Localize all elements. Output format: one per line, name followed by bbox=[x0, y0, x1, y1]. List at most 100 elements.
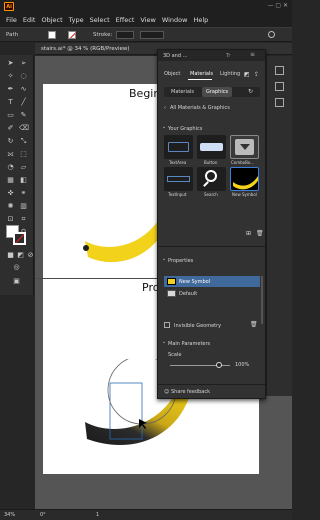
mode-materials[interactable]: Materials bbox=[171, 89, 194, 95]
chevron-left-icon[interactable]: ‹ bbox=[164, 105, 166, 111]
artboard-tool-icon[interactable]: ⊡ bbox=[6, 215, 15, 224]
menu-view[interactable]: View bbox=[140, 16, 155, 24]
rectangle-tool-icon[interactable]: ▭ bbox=[6, 111, 15, 120]
slice-tool-icon[interactable]: ⌗ bbox=[19, 215, 28, 224]
width-tool-icon[interactable]: ⟗ bbox=[6, 150, 15, 159]
graphic-combobox[interactable] bbox=[230, 135, 259, 159]
paintbrush-icon[interactable]: ✎ bbox=[19, 111, 28, 120]
share-feedback-link[interactable]: Share feedback bbox=[171, 389, 210, 395]
mesh-icon[interactable]: ▦ bbox=[6, 176, 15, 185]
stroke-label: Stroke: bbox=[93, 32, 113, 38]
free-transform-icon[interactable]: ⬚ bbox=[19, 150, 28, 159]
property-item-default[interactable]: Default bbox=[179, 291, 197, 297]
graphic-search[interactable] bbox=[197, 167, 226, 191]
fill-swatch[interactable] bbox=[48, 31, 56, 39]
3d-materials-panel: 3D and ... Tr ≡ Object Materials Lightin… bbox=[157, 49, 266, 399]
blend-icon[interactable]: ⚭ bbox=[19, 189, 28, 198]
menu-effect[interactable]: Effect bbox=[116, 16, 135, 24]
properties-scrollbar[interactable] bbox=[261, 276, 263, 324]
shaper-icon[interactable]: ✐ bbox=[6, 124, 15, 133]
main-parameters-label: Main Parameters bbox=[168, 341, 211, 347]
app-logo: Ai bbox=[4, 2, 14, 11]
dock-icon-libraries[interactable] bbox=[275, 98, 284, 107]
document-tab[interactable]: stairs.ai* @ 34 % (RGB/Preview) bbox=[41, 46, 130, 52]
add-graphic-icon[interactable]: ⊞ bbox=[246, 230, 251, 237]
graphic-textinput[interactable] bbox=[164, 167, 193, 191]
rotate-tool-icon[interactable]: ↻ bbox=[6, 137, 15, 146]
screen-mode-icon[interactable]: ▣ bbox=[12, 277, 21, 286]
zoom-level[interactable]: 34% bbox=[4, 512, 15, 518]
render-icon[interactable]: ◩ bbox=[244, 71, 250, 78]
shape-builder-icon[interactable]: ◔ bbox=[6, 163, 15, 172]
stroke-profile-dropdown[interactable] bbox=[140, 31, 164, 39]
direct-selection-icon[interactable]: ➢ bbox=[19, 59, 28, 68]
main-parameters-chevron-icon[interactable]: ⌄ bbox=[162, 339, 166, 345]
dock-icon-layers[interactable] bbox=[275, 82, 284, 91]
scale-value[interactable]: 100% bbox=[235, 362, 249, 368]
page-number[interactable]: 1 bbox=[96, 512, 99, 518]
window-controls[interactable]: — ▢ ✕ bbox=[267, 2, 288, 9]
menu-select[interactable]: Select bbox=[90, 16, 110, 24]
lasso-icon[interactable]: ◌ bbox=[19, 72, 28, 81]
menu-help[interactable]: Help bbox=[193, 16, 208, 24]
dock-icon-properties[interactable] bbox=[275, 66, 284, 75]
mode-graphics[interactable]: Graphics bbox=[206, 89, 228, 95]
selection-tool-icon[interactable]: ➤ bbox=[6, 59, 15, 68]
feedback-icon[interactable]: ☺ bbox=[164, 389, 169, 395]
gradient-mode-icon[interactable]: ◩ bbox=[16, 251, 25, 260]
subtab-materials[interactable]: Materials bbox=[190, 71, 213, 77]
status-bar: 34% 0° 1 bbox=[0, 509, 292, 520]
pen-tool-icon[interactable]: ✒ bbox=[6, 85, 15, 94]
menu-edit[interactable]: Edit bbox=[23, 16, 36, 24]
curvature-icon[interactable]: ∿ bbox=[19, 85, 28, 94]
scale-label: Scale bbox=[168, 352, 182, 358]
none-mode-icon[interactable]: ⊘ bbox=[26, 251, 35, 260]
properties-label: Properties bbox=[168, 258, 194, 264]
line-tool-icon[interactable]: ╱ bbox=[19, 98, 28, 107]
graph-tool-icon[interactable]: ▥ bbox=[19, 202, 28, 211]
magic-wand-icon[interactable]: ✧ bbox=[6, 72, 15, 81]
trash-icon[interactable]: 🗑 bbox=[250, 321, 258, 328]
scale-slider-knob[interactable] bbox=[216, 362, 223, 368]
stroke-weight-field[interactable] bbox=[116, 31, 134, 39]
stroke-color-icon[interactable] bbox=[13, 232, 26, 245]
eyedropper-icon[interactable]: ✜ bbox=[6, 189, 15, 198]
subtab-object[interactable]: Object bbox=[164, 71, 180, 77]
menu-bar: File Edit Object Type Select Effect View… bbox=[0, 13, 292, 27]
draw-mode-icon[interactable]: ◎ bbox=[12, 263, 21, 272]
gradient-icon[interactable]: ◧ bbox=[19, 176, 28, 185]
tab-3d-materials[interactable]: 3D and ... bbox=[163, 53, 187, 59]
menu-file[interactable]: File bbox=[6, 16, 17, 24]
graphic-button[interactable] bbox=[197, 135, 226, 159]
stroke-swatch[interactable] bbox=[68, 31, 76, 39]
graphic-new-symbol[interactable] bbox=[230, 167, 259, 191]
chevron-down-icon[interactable]: ⌄ bbox=[162, 124, 166, 130]
panel-footer-separator bbox=[158, 384, 265, 385]
property-item-new-symbol[interactable]: New Symbol bbox=[179, 279, 210, 285]
eraser-icon[interactable]: ⌫ bbox=[19, 124, 29, 133]
perspective-icon[interactable]: ▱ bbox=[19, 163, 28, 172]
invisible-geometry-checkbox[interactable] bbox=[164, 322, 170, 328]
graphic-textarea[interactable] bbox=[164, 135, 193, 159]
delete-graphic-icon[interactable]: 🗑 bbox=[256, 230, 264, 237]
refresh-icon[interactable]: ↻ bbox=[248, 88, 253, 95]
export-icon[interactable]: ⇪ bbox=[254, 71, 259, 78]
property-thumb-symbol bbox=[167, 278, 176, 285]
menu-type[interactable]: Type bbox=[69, 16, 84, 24]
color-mode-icon[interactable]: ■ bbox=[6, 251, 15, 260]
artboard-top-heading: Begin bbox=[129, 87, 161, 100]
symbol-sprayer-icon[interactable]: ✺ bbox=[6, 202, 15, 211]
type-tool-icon[interactable]: T bbox=[6, 98, 15, 107]
search-icon[interactable] bbox=[268, 31, 275, 38]
rotation-angle[interactable]: 0° bbox=[40, 512, 46, 518]
tab-transparency[interactable]: Tr bbox=[226, 53, 230, 59]
subtab-lighting[interactable]: Lighting bbox=[220, 71, 240, 77]
properties-chevron-icon[interactable]: ⌄ bbox=[162, 256, 166, 262]
selection-label: Path bbox=[6, 32, 19, 38]
scale-tool-icon[interactable]: ⤡ bbox=[19, 137, 28, 146]
all-materials-label[interactable]: All Materials & Graphics bbox=[170, 105, 230, 111]
menu-object[interactable]: Object bbox=[41, 16, 62, 24]
panel-menu-icon[interactable]: ≡ bbox=[250, 51, 255, 58]
graphic-combobox-label: ComboBo... bbox=[231, 160, 255, 165]
menu-window[interactable]: Window bbox=[162, 16, 188, 24]
